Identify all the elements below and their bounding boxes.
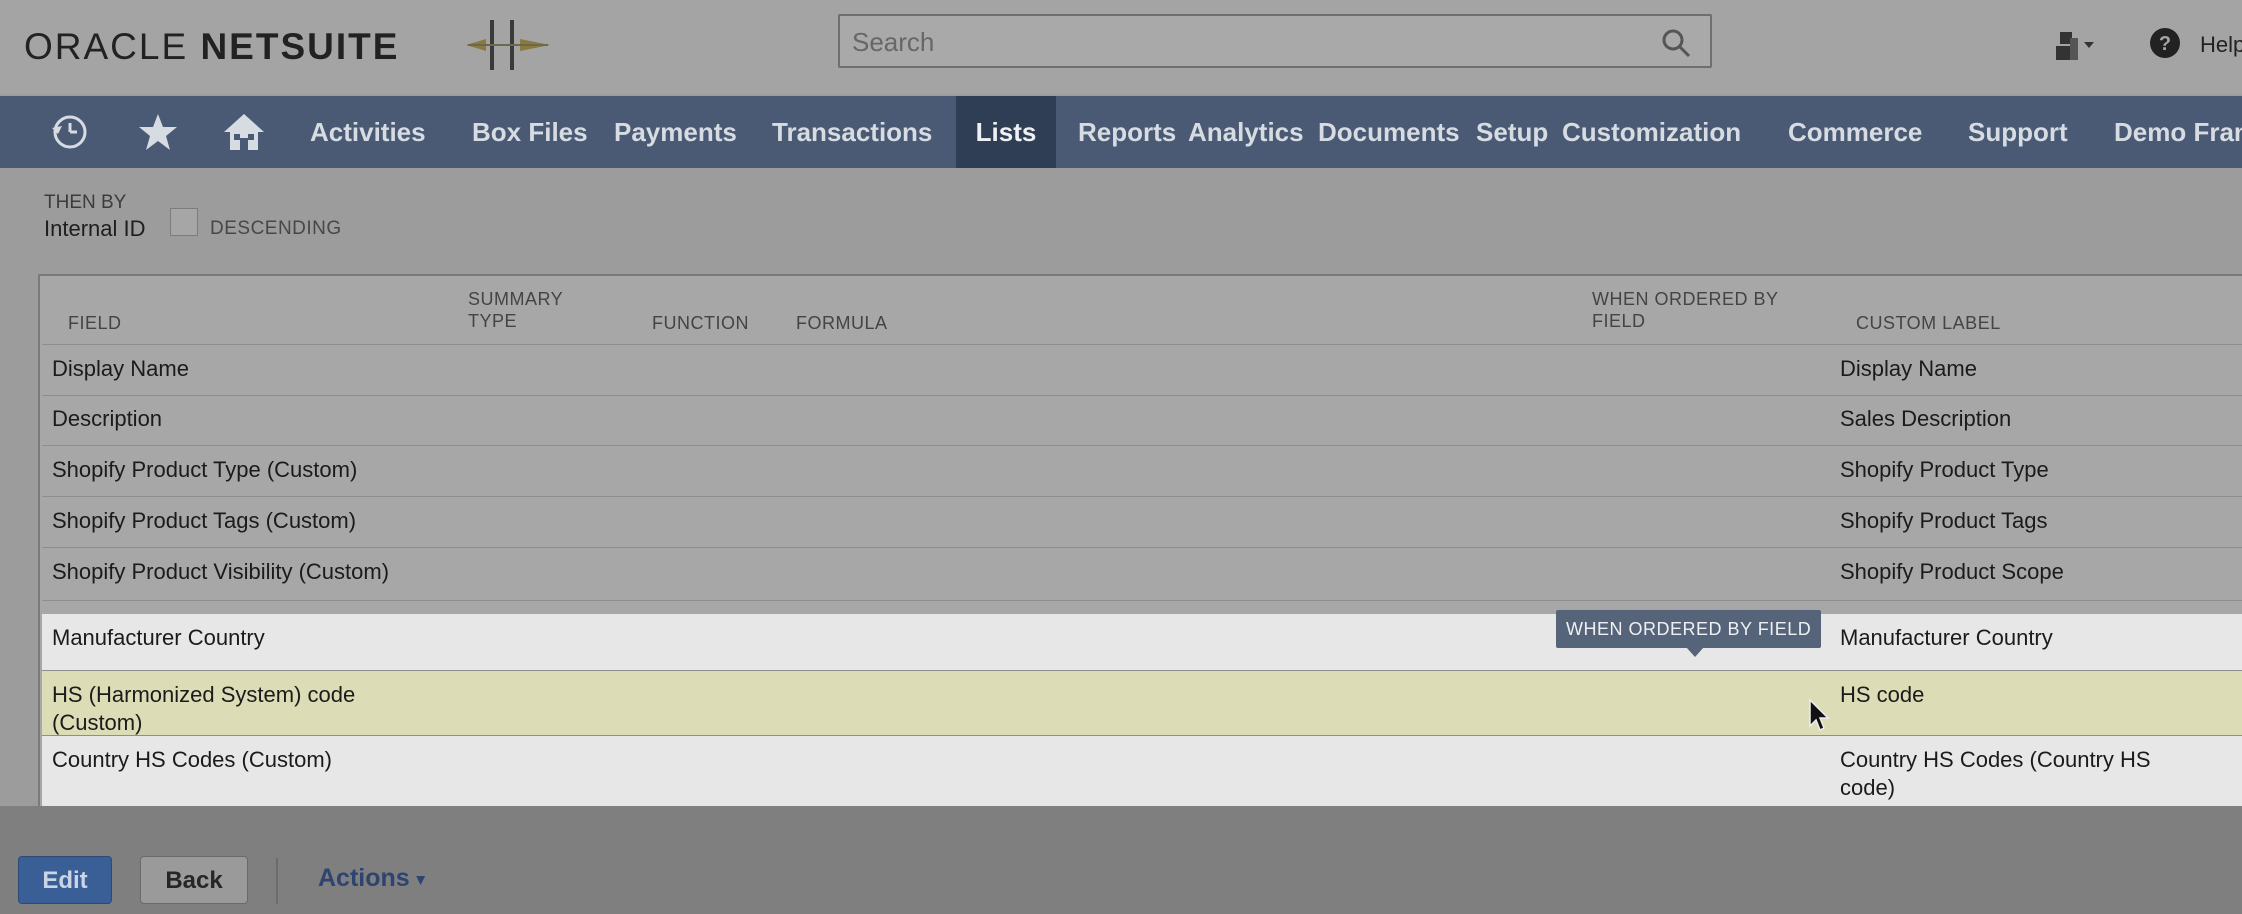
table-row[interactable]: Shopify Product Type (Custom) Shopify Pr… (42, 446, 2242, 497)
nav-analytics[interactable]: Analytics (1188, 96, 1304, 168)
table-row[interactable]: Manufacturer Country Manufacturer Countr… (42, 614, 2242, 671)
role-switcher-icon[interactable] (2054, 28, 2098, 64)
help-icon[interactable]: ? (2148, 26, 2182, 60)
row-field: Display Name (52, 356, 189, 381)
descending-checkbox[interactable] (170, 208, 198, 236)
row-field: Shopify Product Type (Custom) (52, 457, 358, 482)
row-custom-label: Display Name (1840, 356, 1977, 381)
nav-transactions[interactable]: Transactions (772, 96, 932, 168)
row-field: Shopify Product Visibility (Custom) (52, 559, 390, 584)
netsuite-logo[interactable]: ORACLE NETSUITE (24, 26, 399, 68)
main-nav: Activities Box Files Payments Transactio… (0, 96, 2242, 168)
then-by-label: THEN BY (44, 192, 127, 213)
table-row[interactable]: Display Name Display Name (42, 344, 2242, 396)
nav-lists[interactable]: Lists (956, 96, 1056, 168)
divider (276, 858, 278, 904)
column-tooltip: WHEN ORDERED BY FIELD (1556, 610, 1822, 648)
nav-commerce[interactable]: Commerce (1788, 96, 1922, 168)
nav-documents[interactable]: Documents (1318, 96, 1460, 168)
caret-down-icon: ▾ (416, 871, 425, 889)
actions-label: Actions (318, 864, 410, 892)
nav-activities[interactable]: Activities (310, 96, 426, 168)
logo-netsuite-text: NETSUITE (200, 26, 400, 67)
row-field: Description (52, 406, 163, 431)
header-summary-type-line2: TYPE (468, 311, 518, 331)
results-columns-table: FIELD SUMMARY TYPE FUNCTION FORMULA WHEN… (38, 274, 2242, 806)
global-search[interactable] (838, 14, 1712, 68)
header-field: FIELD (68, 313, 122, 333)
logo-oracle-text: ORACLE (24, 26, 189, 67)
header-when-ordered-line1: WHEN ORDERED BY (1592, 289, 1779, 309)
then-by-field: Internal ID (44, 216, 146, 241)
nav-box-files[interactable]: Box Files (472, 96, 588, 168)
row-field: Shopify Product Tags (Custom) (52, 508, 357, 533)
header-formula: FORMULA (796, 313, 888, 333)
row-custom-label: Shopify Product Scope (1840, 559, 2064, 584)
row-custom-label: Shopify Product Type (1840, 457, 2049, 482)
row-field: Manufacturer Country (52, 625, 265, 650)
table-row[interactable]: Shopify Product Visibility (Custom) Shop… (42, 548, 2242, 601)
header-when-ordered-line2: FIELD (1592, 311, 1646, 331)
row-custom-label: Country HS Codes (Country HS code) (1840, 747, 2151, 800)
row-custom-label: Manufacturer Country (1840, 625, 2053, 650)
header-function: FUNCTION (652, 313, 749, 333)
row-custom-label: Shopify Product Tags (1840, 508, 2048, 533)
row-field: Country HS Codes (Custom) (52, 747, 332, 772)
actions-menu[interactable]: Actions ▾ (318, 864, 425, 893)
star-icon[interactable] (136, 110, 180, 154)
nav-setup[interactable]: Setup (1476, 96, 1548, 168)
nav-customization[interactable]: Customization (1562, 96, 1741, 168)
row-custom-label: HS code (1840, 682, 1925, 707)
table-row[interactable]: Country HS Codes (Custom) Country HS Cod… (42, 736, 2242, 806)
footer-area (0, 806, 2242, 914)
table-row[interactable]: Shopify Product Tags (Custom) Shopify Pr… (42, 497, 2242, 548)
nav-demo-fran[interactable]: Demo Fran (2114, 96, 2242, 168)
company-logo-icon (466, 20, 550, 70)
row-field: HS (Harmonized System) code (Custom) (52, 682, 356, 735)
svg-text:?: ? (2159, 33, 2171, 55)
edit-button[interactable]: Edit (18, 856, 112, 904)
table-row-selected[interactable]: HS (Harmonized System) code (Custom) HS … (42, 671, 2242, 736)
header-summary-type-line1: SUMMARY (468, 289, 564, 309)
home-icon[interactable] (222, 110, 266, 154)
search-icon[interactable] (1660, 27, 1692, 59)
back-button[interactable]: Back (140, 856, 248, 904)
tooltip-arrow (1686, 647, 1704, 657)
descending-label: DESCENDING (210, 218, 342, 239)
header-custom-label: CUSTOM LABEL (1856, 313, 2001, 333)
mouse-cursor-icon (1809, 698, 1830, 732)
header-bar: ORACLE NETSUITE ? Help (0, 0, 2242, 94)
row-custom-label: Sales Description (1840, 406, 2012, 431)
table-row[interactable]: Description Sales Description (42, 395, 2242, 446)
search-input[interactable] (850, 24, 1654, 60)
nav-payments[interactable]: Payments (614, 96, 737, 168)
help-link[interactable]: Help (2200, 32, 2242, 58)
nav-support[interactable]: Support (1968, 96, 2068, 168)
nav-reports[interactable]: Reports (1078, 96, 1176, 168)
recent-records-icon[interactable] (48, 110, 92, 154)
